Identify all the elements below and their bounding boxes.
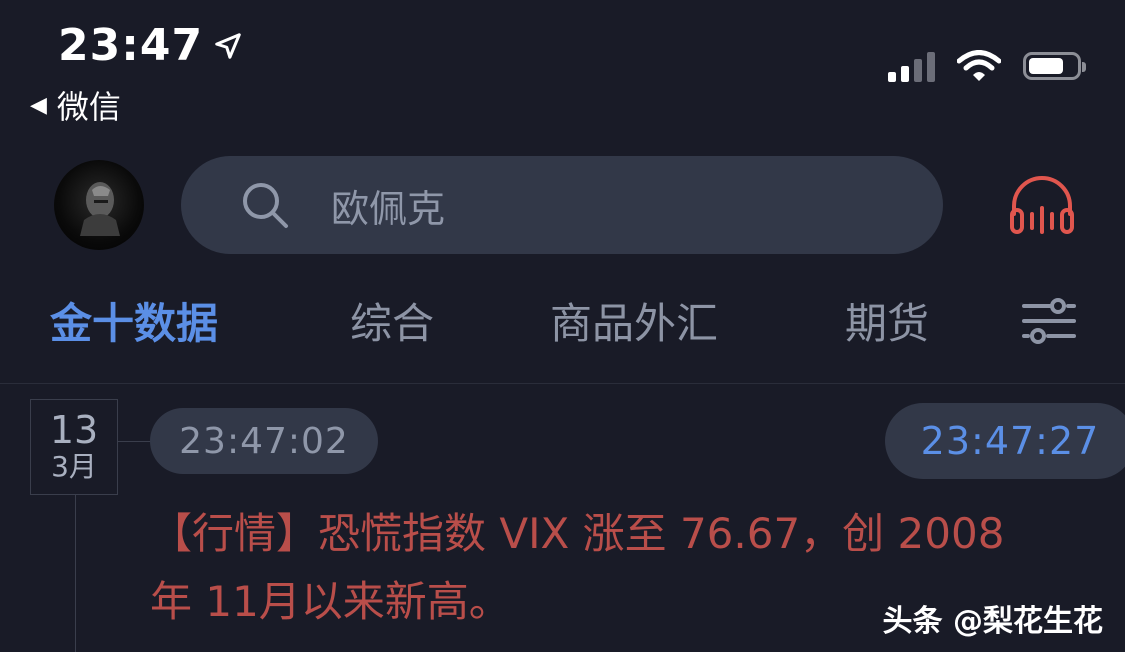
status-time-text: 23:47 bbox=[58, 20, 204, 71]
date-day: 13 bbox=[49, 408, 99, 452]
wifi-icon bbox=[957, 50, 1001, 81]
back-triangle-icon: ◀ bbox=[30, 92, 47, 118]
tab-jin10-data[interactable]: 金十数据 bbox=[50, 290, 218, 351]
headset-audio-icon[interactable] bbox=[1006, 170, 1078, 242]
date-month: 3月 bbox=[51, 450, 97, 483]
tabs-divider bbox=[0, 383, 1125, 384]
avatar-portrait-icon bbox=[80, 182, 120, 236]
status-indicators bbox=[888, 50, 1086, 82]
date-marker: 13 3月 bbox=[30, 399, 118, 495]
back-app-label: 微信 bbox=[56, 88, 121, 126]
search-icon bbox=[243, 183, 288, 228]
news-timestamp: 23:47:02 bbox=[150, 408, 378, 474]
category-tabs: 金十数据 综合 商品外汇 期货 bbox=[0, 290, 1125, 360]
tab-commodities-forex[interactable]: 商品外汇 bbox=[550, 290, 718, 351]
timeline-connector bbox=[118, 441, 152, 442]
watermark: 头条 @梨花生花 bbox=[882, 604, 1103, 639]
avatar[interactable] bbox=[54, 160, 144, 250]
latest-update-button[interactable]: 23:47:27 bbox=[885, 403, 1125, 479]
battery-icon bbox=[1023, 52, 1086, 80]
location-arrow-icon bbox=[215, 32, 241, 59]
tab-futures[interactable]: 期货 bbox=[845, 290, 929, 351]
cellular-signal-icon bbox=[888, 50, 935, 82]
tab-general[interactable]: 综合 bbox=[350, 290, 434, 351]
timeline-line bbox=[75, 495, 76, 652]
search-placeholder: 欧佩克 bbox=[331, 186, 446, 231]
status-time: 23:47 bbox=[58, 20, 243, 71]
search-input[interactable]: 欧佩克 bbox=[181, 156, 943, 254]
filter-settings-icon[interactable] bbox=[1020, 296, 1078, 346]
back-to-app-link[interactable]: ◀ 微信 bbox=[30, 82, 121, 128]
